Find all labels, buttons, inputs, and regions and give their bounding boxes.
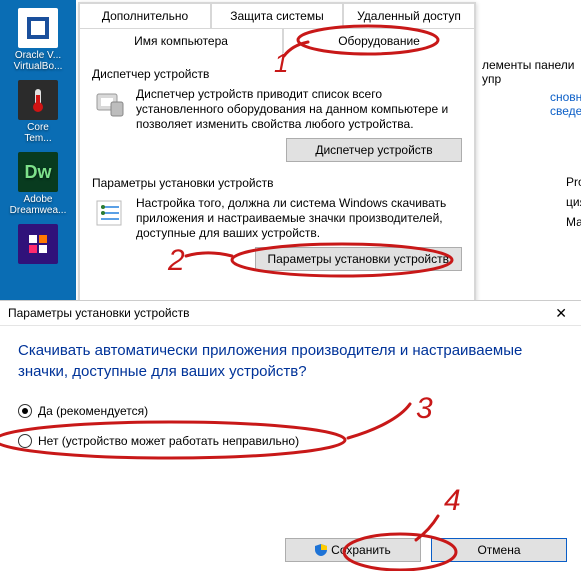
tab-hardware[interactable]: Оборудование [283, 28, 475, 54]
desktop-icon-label: Core Tem... [14, 122, 62, 144]
install-settings-button[interactable]: Параметры установки устройств [255, 247, 462, 271]
system-properties-dialog: Дополнительно Защита системы Удаленный д… [78, 2, 476, 306]
cp-edition: Pro [566, 172, 581, 192]
dreamweaver-icon: Dw [18, 152, 58, 192]
device-manager-icon [92, 87, 126, 121]
group-desc: Диспетчер устройств приводит список всег… [136, 87, 462, 132]
group-install-settings: Параметры установки устройств Настройка … [92, 176, 462, 271]
tab-computer-name[interactable]: Имя компьютера [79, 28, 283, 54]
group-title: Диспетчер устройств [92, 67, 462, 81]
radio-option-yes[interactable]: Да (рекомендуется) [18, 404, 563, 418]
device-manager-button[interactable]: Диспетчер устройств [286, 138, 462, 162]
desktop-icon-virtualbox[interactable]: Oracle V... VirtualBo... [14, 8, 62, 72]
device-install-settings-dialog: Параметры установки устройств ✕ Скачиват… [0, 300, 581, 571]
thermometer-icon [18, 80, 58, 120]
group-desc: Настройка того, должна ли система Window… [136, 196, 462, 241]
desktop-icon-generic[interactable] [14, 224, 62, 266]
close-button[interactable]: ✕ [549, 305, 573, 322]
virtualbox-icon [18, 8, 58, 48]
tab-advanced[interactable]: Дополнительно [79, 3, 211, 28]
group-device-manager: Диспетчер устройств Диспетчер устройств … [92, 67, 462, 162]
radio-label: Да (рекомендуется) [38, 404, 148, 418]
save-button[interactable]: Сохранить [285, 538, 421, 562]
tab-remote[interactable]: Удаленный доступ [343, 3, 475, 28]
tab-body-hardware: Диспетчер устройств Диспетчер устройств … [79, 53, 475, 309]
radio-icon [18, 404, 32, 418]
radio-icon [18, 434, 32, 448]
tabs: Дополнительно Защита системы Удаленный д… [79, 3, 475, 54]
cp-link-basic-info[interactable]: сновных сведе [550, 90, 581, 118]
radio-option-no[interactable]: Нет (устройство может работать неправиль… [18, 434, 563, 448]
radio-label: Нет (устройство может работать неправиль… [38, 434, 299, 448]
desktop-icon-dreamweaver[interactable]: Dw Adobe Dreamwea... [14, 152, 62, 216]
dialog-heading: Скачивать автоматически приложения произ… [18, 340, 563, 382]
tab-system-protection[interactable]: Защита системы [211, 3, 343, 28]
install-settings-icon [92, 196, 126, 230]
cp-system-info: Pro ция Майкрософт Intel [566, 172, 581, 312]
desktop-strip: Oracle V... VirtualBo... Core Tem... Dw … [0, 0, 76, 304]
cp-links: сновных сведе [550, 82, 581, 126]
cancel-button[interactable]: Отмена [431, 538, 567, 562]
dialog-titlebar: Параметры установки устройств ✕ [0, 301, 581, 326]
cp-org: ция Майкрософт [566, 192, 581, 232]
desktop-icon-label: Adobe Dreamwea... [10, 194, 67, 216]
dialog-title-text: Параметры установки устройств [8, 306, 189, 320]
app-icon [18, 224, 58, 264]
desktop-icon-label: Oracle V... VirtualBo... [14, 50, 63, 72]
shield-icon [315, 544, 327, 556]
desktop-icon-coretemp[interactable]: Core Tem... [14, 80, 62, 144]
group-title: Параметры установки устройств [92, 176, 462, 190]
